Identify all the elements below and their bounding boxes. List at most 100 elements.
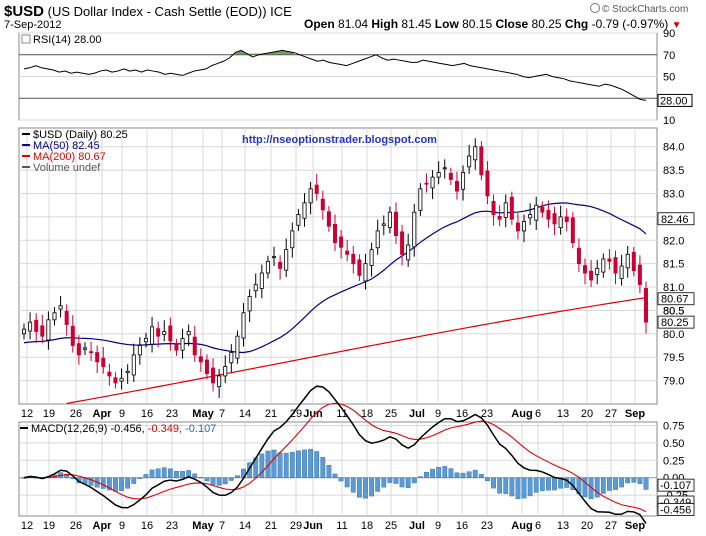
candle-body — [76, 343, 81, 356]
rsi-ytick-label: 90 — [663, 28, 675, 40]
candle-body — [272, 256, 277, 259]
price-xtick-label: 9 — [119, 408, 125, 420]
candle-body — [393, 211, 398, 236]
candle-body — [296, 214, 301, 226]
ma50-last-label: 82.46 — [661, 214, 689, 226]
macd-histogram-bar — [137, 477, 143, 479]
candle-body — [387, 211, 392, 229]
price-xtick-label: 23 — [166, 408, 178, 420]
candle-body — [137, 345, 142, 356]
candle-body — [326, 211, 331, 227]
candle-body — [259, 272, 264, 289]
macd-histogram-bar — [113, 477, 118, 492]
macd-histogram-bar — [533, 477, 539, 493]
price-ytick-label: 79.0 — [663, 376, 684, 388]
candle-body — [156, 328, 161, 337]
candle-body — [28, 321, 33, 332]
candle-body — [345, 250, 350, 255]
candle-body — [58, 305, 63, 310]
candle-body — [46, 319, 51, 341]
macd-xtick-label: Jul — [409, 520, 425, 532]
candle-body — [619, 265, 624, 280]
price-xtick-label: 14 — [239, 408, 251, 420]
macd-histogram-bar — [155, 468, 161, 478]
candle-body — [400, 231, 405, 255]
price-xtick-label: May — [192, 408, 214, 420]
price-extra-label: 80.5 — [663, 305, 684, 317]
candle-body — [479, 146, 484, 176]
macd-histogram-bar — [119, 477, 124, 491]
price-ytick-label: 81.0 — [663, 282, 684, 294]
candle-body — [491, 201, 496, 215]
candle-body — [168, 325, 173, 342]
rsi-ytick-label: 70 — [663, 50, 675, 62]
macd-xtick-label: 18 — [361, 520, 373, 532]
candle-body — [223, 366, 228, 377]
macd-histogram-bar — [369, 477, 374, 497]
candle-body — [607, 258, 612, 262]
rsi-ytick-label: 10 — [663, 115, 675, 127]
macd-histogram-bar — [143, 474, 149, 478]
price-ytick-label: 84.0 — [663, 142, 684, 154]
macd-histogram-bar — [308, 448, 314, 478]
candle-body — [558, 216, 563, 229]
candle-body — [461, 172, 466, 190]
candle-body — [406, 244, 411, 261]
candle-body — [180, 338, 185, 351]
candle-body — [247, 296, 252, 312]
ma200-last-label: 80.67 — [661, 294, 689, 306]
rsi-ytick-label: 50 — [663, 72, 675, 84]
candle-body — [101, 357, 106, 367]
candle-body — [418, 188, 423, 211]
macd-xtick-label: Jun — [303, 520, 323, 532]
macd-xtick-label: 11 — [336, 520, 347, 532]
candle-body — [143, 338, 148, 343]
candle-body — [235, 335, 240, 359]
price-xtick-label: 16 — [456, 408, 468, 420]
close-last-label: 80.25 — [661, 317, 689, 329]
macd-histogram-bar — [302, 449, 307, 478]
macd-histogram-bar — [356, 477, 362, 498]
candle-body — [253, 284, 258, 292]
macd-xtick-label: 21 — [265, 520, 277, 532]
macd-histogram-bar — [497, 477, 503, 494]
price-xtick-label: Sep — [625, 408, 645, 420]
macd-xtick-label: Aug — [511, 520, 532, 532]
macd-histogram-bar — [460, 472, 466, 478]
candle-body — [308, 188, 313, 204]
macd-histogram-bar — [527, 477, 533, 497]
price-xtick-label: 7 — [219, 408, 225, 420]
candle-body — [601, 258, 606, 273]
candle-body — [430, 176, 435, 189]
volume-legend: Volume undef — [33, 162, 101, 174]
macd-histogram-bar — [289, 451, 295, 478]
macd-xtick-label: 14 — [239, 520, 251, 532]
price-ytick-label: 83.0 — [663, 188, 684, 200]
macd-histogram-bar — [442, 466, 448, 478]
candle-body — [552, 213, 557, 225]
price-xtick-label: 26 — [70, 408, 82, 420]
macd-histogram-bar — [472, 469, 478, 478]
macd-histogram-bar — [393, 477, 399, 484]
candle-body — [564, 216, 569, 222]
macd-panel-frame — [18, 421, 658, 517]
macd-histogram-bar — [381, 477, 387, 488]
macd-histogram-bar — [375, 477, 381, 492]
macd-histogram-bar — [326, 464, 332, 478]
macd-histogram-bar — [485, 477, 490, 482]
candle-body — [631, 252, 636, 272]
macd-histogram-bar — [600, 477, 606, 494]
macd-xtick-label: 9 — [119, 520, 125, 532]
macd-histogram-bar — [338, 477, 344, 482]
macd-histogram-bar — [192, 473, 198, 478]
candle-body — [497, 216, 502, 220]
macd-xtick-label: 7 — [219, 520, 225, 532]
candle-body — [644, 288, 649, 323]
macd-histogram-bar — [332, 473, 338, 478]
candle-body — [40, 325, 45, 337]
candle-body — [198, 356, 203, 363]
candle-body — [363, 263, 368, 282]
macd-histogram-bar — [643, 477, 649, 490]
candle-body — [503, 202, 508, 218]
candle-body — [454, 180, 459, 192]
